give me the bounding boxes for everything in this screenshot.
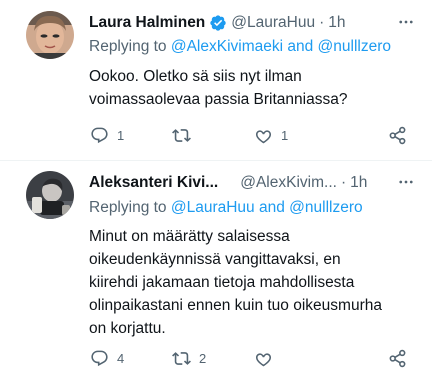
replying-to: Replying to @AlexKivimaeki and @nulllzer… [89,38,391,56]
reply-count: 4 [117,350,125,366]
mention-link[interactable]: @LauraHuu and @nulllzero [171,199,363,216]
separator-dot: · [340,174,347,191]
tweet-actions: 1 1 [80,124,425,146]
retweet-icon [172,351,191,365]
heart-icon [255,352,272,366]
retweet-icon [172,128,191,142]
verified-badge-icon [209,14,227,32]
tweet-header: Aleksanteri Kivi... @AlexKivim... · 1h [89,172,367,194]
share-icon [389,349,406,367]
avatar[interactable] [26,171,74,219]
tweet-header: Laura Halminen @LauraHuu · 1h [89,12,346,34]
tweet[interactable]: Aleksanteri Kivi... @AlexKivim... · 1h R… [0,161,432,383]
like-button[interactable] [254,347,281,369]
heart-icon [255,129,272,143]
retweet-count: 2 [199,350,207,366]
replying-to: Replying to @LauraHuu and @nulllzero [89,199,363,217]
reply-button[interactable]: 4 [90,347,124,369]
handle[interactable]: @AlexKivim... [240,174,337,192]
tweet-text: Minut on määrätty salaisessa oikeudenkäy… [89,228,382,337]
share-button[interactable] [388,124,407,146]
retweet-button[interactable]: 2 [172,347,206,369]
reply-icon [91,350,108,366]
display-name[interactable]: Aleksanteri Kivi... [89,174,218,192]
share-button[interactable] [388,347,407,369]
like-count: 1 [281,127,289,143]
share-icon [389,126,406,144]
timestamp[interactable]: 1h [350,174,367,192]
tweet-text: Ookoo. Oletko sä siis nyt ilman voimassa… [89,68,348,108]
mention-link[interactable]: @AlexKivimaeki and @nulllzero [171,38,391,55]
more-icon[interactable] [396,12,416,32]
more-icon[interactable] [396,172,416,192]
reply-button[interactable]: 1 [90,124,124,146]
separator-dot: · [319,14,325,31]
handle[interactable]: @LauraHuu [231,14,315,32]
tweet[interactable]: Laura Halminen @LauraHuu · 1h Replying t… [0,0,432,161]
tweet-actions: 4 2 [80,347,425,369]
avatar[interactable] [26,11,74,59]
replying-to-label: Replying to [89,199,171,216]
display-name[interactable]: Laura Halminen [89,14,205,32]
reply-icon [91,127,108,143]
retweet-button[interactable] [172,124,199,146]
reply-count: 1 [117,127,125,143]
like-button[interactable]: 1 [254,124,288,146]
replying-to-label: Replying to [89,38,171,55]
timestamp[interactable]: 1h [328,14,345,32]
